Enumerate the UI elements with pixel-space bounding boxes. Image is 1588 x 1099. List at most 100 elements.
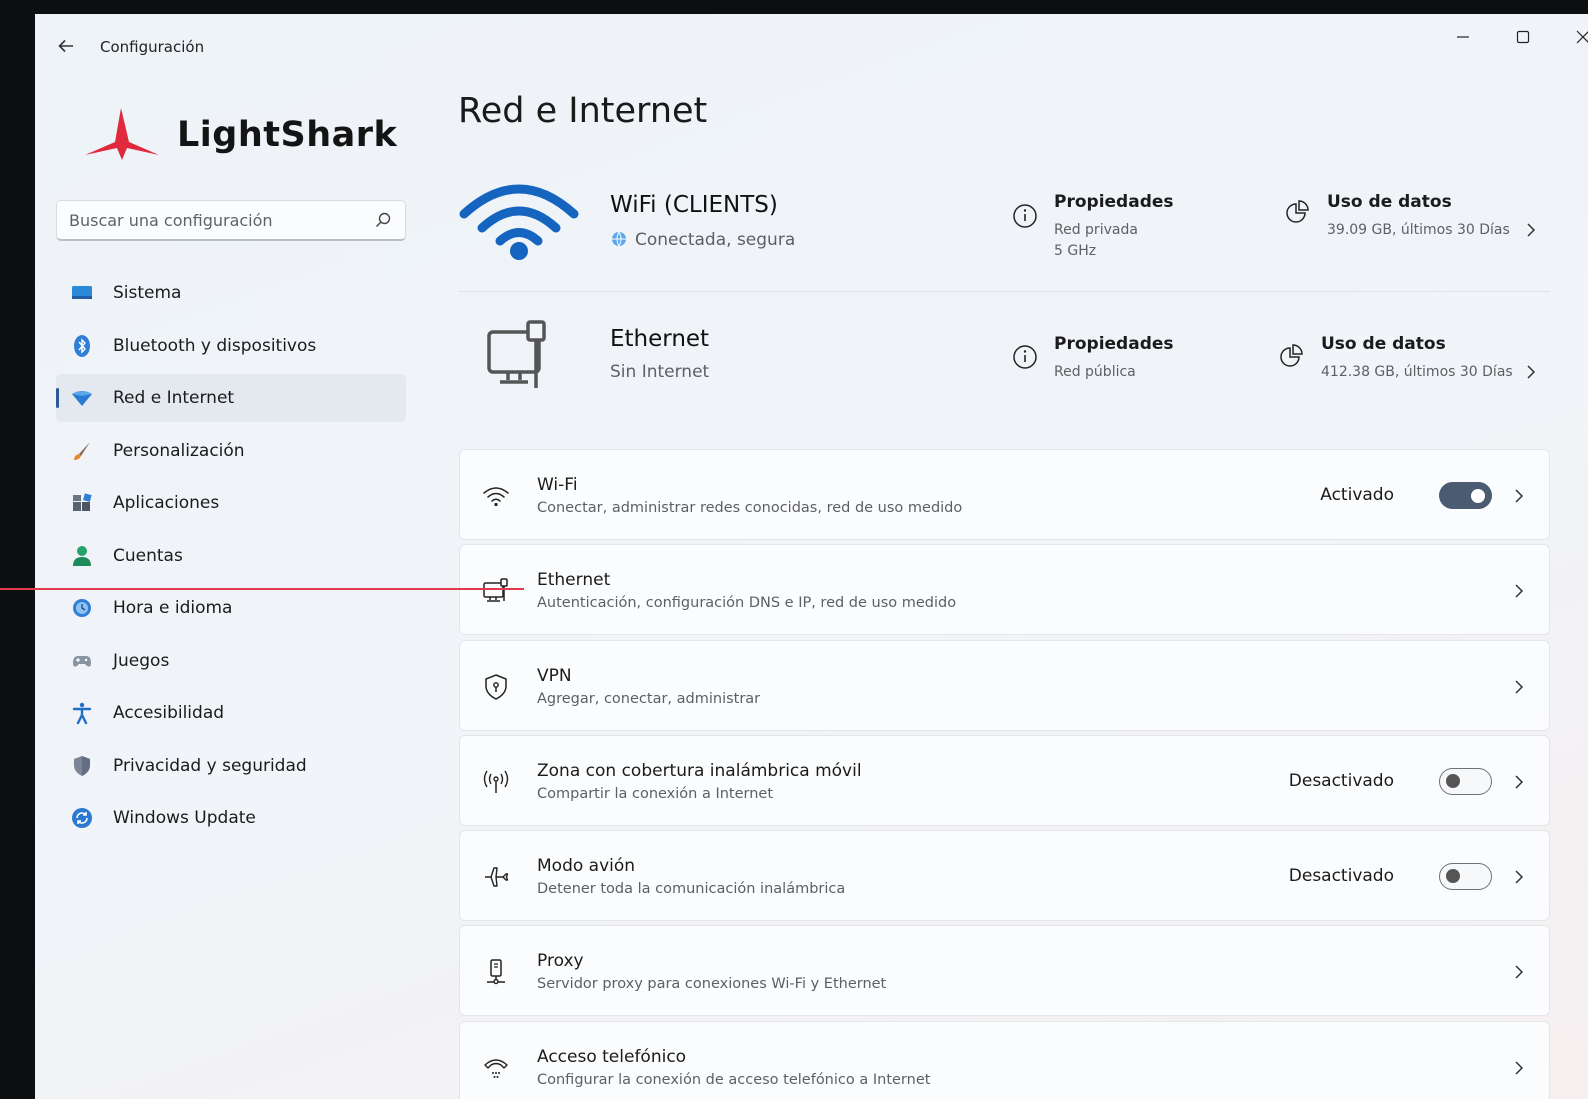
sidebar-item-label: Sistema [113,283,182,303]
card-subtitle: Agregar, conectar, administrar [537,690,761,707]
active-indicator [56,388,59,408]
hotspot-icon [483,770,509,793]
account-icon [73,545,91,566]
card-title: Wi-Fi [537,475,578,495]
search-box[interactable] [56,200,406,241]
maximize-button[interactable] [1503,24,1543,56]
wifi-properties-link[interactable]: Propiedades Red privada 5 GHz [1012,192,1212,262]
data-usage-title: Uso de datos [1321,334,1446,354]
minimize-icon [1457,36,1469,38]
chevron-right-icon [1515,680,1524,694]
sidebar-item-label: Red e Internet [113,388,235,408]
toggle-knob [1471,488,1485,503]
network-type: Red pública [1054,364,1136,380]
accessibility-icon [72,702,92,725]
shark-fin-logo-icon [85,108,159,160]
info-icon [1013,345,1037,369]
card-title: Modo avión [537,856,636,877]
sidebar-item-windows-update[interactable]: Windows Update [56,794,406,842]
airplane-mode-toggle[interactable] [1439,863,1492,891]
minimize-button[interactable] [1443,24,1483,56]
wifi-data-usage-link[interactable]: Uso de datos 39.09 GB, últimos 30 Días [1285,192,1545,242]
sidebar-item-label: Windows Update [113,808,256,828]
title-bar: Configuración [35,14,1588,78]
ethernet-icon [483,578,508,603]
gamepad-icon [73,655,91,667]
toggle-state-label: Desactivado [1288,866,1394,887]
sidebar-item-privacidad[interactable]: Privacidad y seguridad [56,742,406,790]
card-wifi[interactable]: Wi-Fi Conectar, administrar redes conoci… [459,449,1550,540]
sidebar-item-bluetooth[interactable]: Bluetooth y dispositivos [56,322,406,370]
sidebar-item-cuentas[interactable]: Cuentas [56,532,406,580]
wifi-large-icon [459,184,579,260]
sidebar-item-accesibilidad[interactable]: Accesibilidad [56,689,406,737]
toggle-knob [1446,869,1460,884]
ethernet-properties-link[interactable]: Propiedades Red pública [1012,334,1212,384]
app-title: Configuración [100,38,205,56]
hotspot-toggle[interactable] [1439,767,1492,795]
shield-icon [74,755,90,776]
chevron-right-icon [1515,1061,1524,1075]
card-subtitle: Compartir la conexión a Internet [537,785,774,802]
pie-chart-icon [1280,344,1303,367]
clock-globe-icon [73,599,91,617]
maximize-icon [1516,30,1530,44]
vpn-shield-icon [485,673,507,700]
wifi-connection-name: WiFi (CLIENTS) [610,192,778,218]
back-button[interactable] [55,36,77,58]
connections-divider [458,291,1550,292]
card-proxy[interactable]: Proxy Servidor proxy para conexiones Wi-… [459,925,1550,1017]
card-dial-up[interactable]: Acceso telefónico Configurar la conexión… [459,1020,1550,1099]
data-usage-detail: 39.09 GB, últimos 30 Días [1327,222,1510,238]
sidebar-item-label: Juegos [113,650,170,671]
wifi-connection-summary: WiFi (CLIENTS) Conectada, segura Propied… [458,172,1550,272]
sidebar-item-aplicaciones[interactable]: Aplicaciones [56,479,406,527]
card-subtitle: Conectar, administrar redes conocidas, r… [537,500,963,516]
brush-icon [74,441,90,460]
network-type: Red privada [1054,222,1138,238]
data-usage-detail: 412.38 GB, últimos 30 Días [1321,364,1513,380]
proxy-icon [487,959,505,985]
update-icon [72,808,92,828]
card-subtitle: Configurar la conexión de acceso telefón… [537,1071,931,1088]
properties-title: Propiedades [1054,334,1174,354]
toggle-state-label: Desactivado [1288,770,1394,791]
card-title: VPN [537,665,572,686]
chevron-right-icon[interactable] [1524,364,1538,380]
card-ethernet[interactable]: Ethernet Autenticación, configuración DN… [459,544,1550,636]
ethernet-connection-summary: Ethernet Sin Internet Propiedades Red pú… [458,314,1550,404]
search-input[interactable] [69,201,359,239]
card-title: Zona con cobertura inalámbrica móvil [537,760,862,781]
ethernet-data-usage-link[interactable]: Uso de datos 412.38 GB, últimos 30 Días [1279,334,1539,384]
sidebar-nav: Sistema Bluetooth y dispositivos Red e I… [56,269,406,847]
bluetooth-icon [74,334,90,357]
card-airplane-mode[interactable]: Modo avión Detener toda la comunicación … [459,830,1550,922]
search-icon[interactable] [373,210,393,230]
card-title: Acceso telefónico [537,1046,687,1067]
wifi-toggle[interactable] [1439,482,1492,509]
chevron-right-icon [1515,775,1524,789]
card-mobile-hotspot[interactable]: Zona con cobertura inalámbrica móvil Com… [459,734,1550,826]
sidebar-item-label: Cuentas [113,545,183,566]
sidebar-item-hora-idioma[interactable]: Hora e idioma [56,584,406,632]
sidebar-item-label: Aplicaciones [113,493,220,513]
dialup-icon [484,1059,508,1078]
sidebar-item-label: Personalización [113,440,245,461]
sidebar-item-sistema[interactable]: Sistema [56,269,406,317]
card-title: Proxy [537,951,584,972]
wifi-connection-status: Conectada, segura [635,230,796,250]
card-subtitle: Autenticación, configuración DNS e IP, r… [537,595,957,612]
apps-icon [73,493,92,511]
close-button[interactable] [1563,24,1588,56]
chevron-right-icon [1515,489,1524,503]
info-icon [1013,204,1037,228]
sidebar-item-personalizacion[interactable]: Personalización [56,427,406,475]
card-vpn[interactable]: VPN Agregar, conectar, administrar [459,639,1550,731]
card-subtitle: Servidor proxy para conexiones Wi-Fi y E… [537,976,887,993]
wifi-icon [483,487,509,507]
sidebar-item-juegos[interactable]: Juegos [56,637,406,685]
toggle-knob [1446,773,1460,788]
chevron-right-icon[interactable] [1524,222,1538,238]
sidebar-item-red-internet[interactable]: Red e Internet [56,374,406,422]
back-arrow-icon [58,39,73,53]
